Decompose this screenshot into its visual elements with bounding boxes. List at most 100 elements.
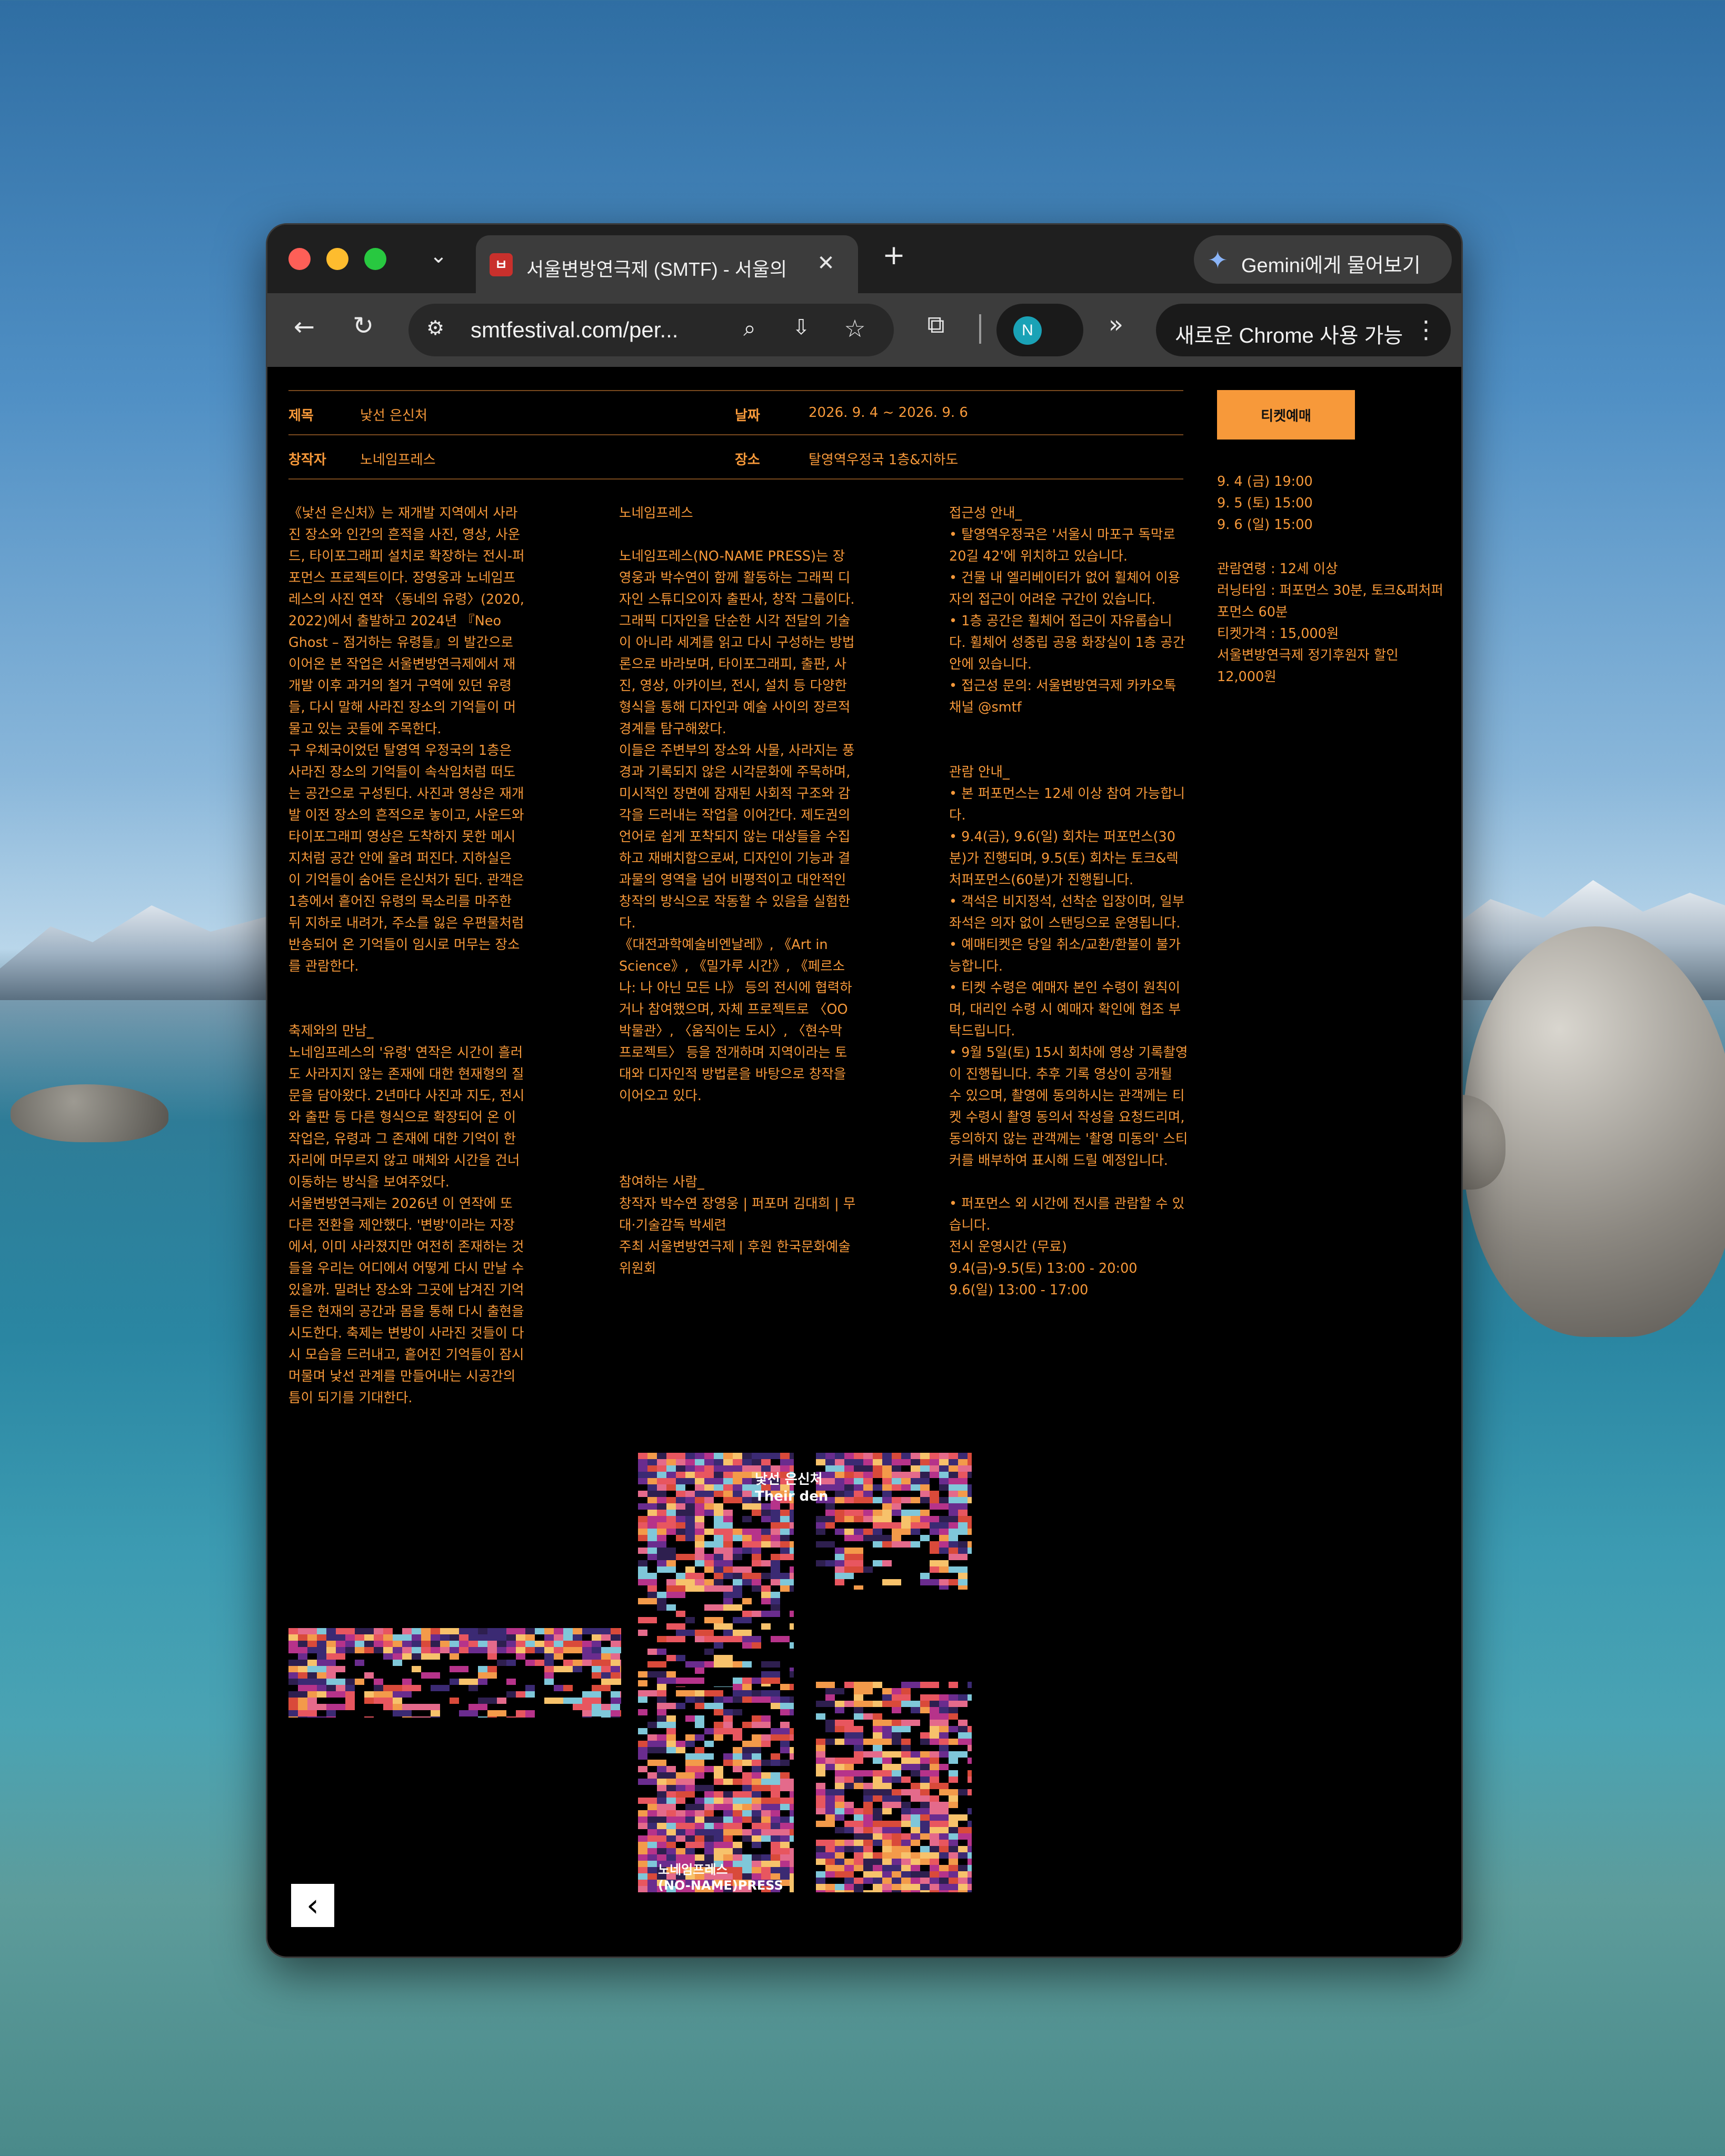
glitch-pixel <box>714 1579 723 1585</box>
glitch-pixel <box>374 1691 393 1698</box>
toolbar: ← ↻ ⚙ smtfestival.com/per... ⌕ ⇩ ☆ ⧉ N »… <box>267 293 1461 368</box>
more-tools-chevron-icon[interactable]: » <box>1100 310 1132 338</box>
glitch-pixel <box>854 1808 863 1814</box>
glitch-pixel <box>863 1472 873 1478</box>
glitch-pixel <box>761 1690 780 1696</box>
glitch-pixel <box>657 1649 666 1655</box>
reload-icon[interactable]: ↻ <box>347 311 379 341</box>
glitch-pixel <box>647 1722 657 1728</box>
chrome-update-button[interactable]: 새로운 Chrome 사용 가능 ⋮ <box>1156 304 1451 356</box>
glitch-pixel <box>525 1710 535 1716</box>
glitch-pixel <box>930 1840 939 1846</box>
glitch-pixel <box>317 1679 326 1685</box>
glitch-pixel <box>752 1779 761 1785</box>
glitch-pixel <box>704 1842 714 1848</box>
glitch-pixel <box>771 1734 790 1741</box>
close-window-button[interactable] <box>288 248 311 270</box>
gemini-button[interactable]: ✦ Gemini에게 물어보기 <box>1194 235 1452 284</box>
site-info-icon[interactable]: ⚙ <box>421 316 450 340</box>
glitch-pixel <box>854 1827 863 1833</box>
glitch-pixel <box>816 1541 835 1548</box>
glitch-pixel <box>854 1890 863 1892</box>
glitch-pixel <box>835 1554 844 1560</box>
glitch-pixel <box>666 1747 676 1753</box>
glitch-pixel <box>911 1682 920 1688</box>
glitch-pixel <box>657 1785 666 1791</box>
glitch-pixel <box>487 1641 497 1647</box>
new-tab-plus-icon[interactable]: + <box>878 239 910 271</box>
glitch-pixel <box>638 1779 657 1785</box>
glitch-pixel <box>336 1647 345 1653</box>
ticket-booking-button[interactable]: 티켓예매 <box>1217 390 1355 440</box>
glitch-pixel <box>695 1734 704 1741</box>
glitch-pixel <box>958 1833 968 1840</box>
glitch-pixel <box>854 1814 863 1821</box>
glitch-pixel <box>920 1497 930 1503</box>
glitch-pixel <box>638 1873 647 1880</box>
glitch-pixel <box>816 1770 825 1776</box>
glitch-pixel <box>911 1529 920 1535</box>
glitch-pixel <box>685 1516 695 1522</box>
glitch-pixel <box>752 1823 761 1829</box>
glitch-pixel <box>863 1491 873 1497</box>
extensions-puzzle-icon[interactable]: ⧉ <box>920 310 952 340</box>
glitch-pixel <box>666 1766 676 1772</box>
glitch-pixel <box>949 1789 958 1795</box>
glitch-pixel <box>835 1453 844 1459</box>
glitch-pixel <box>920 1478 930 1484</box>
glitch-pixel <box>949 1739 958 1745</box>
glitch-pixel <box>647 1541 666 1548</box>
glitch-pixel <box>901 1459 911 1465</box>
poster-title-en: Their den <box>755 1489 829 1504</box>
glitch-pixel <box>854 1529 863 1535</box>
glitch-pixel <box>958 1789 968 1795</box>
glitch-pixel <box>431 1628 440 1634</box>
glitch-pixel <box>704 1585 723 1592</box>
glitch-pixel <box>882 1871 892 1878</box>
back-arrow-icon[interactable]: ← <box>288 312 320 342</box>
tab-active[interactable]: ㅂ 서울변방연극제 (SMTF) - 서울의 ✕ <box>476 235 858 293</box>
glitch-pixel <box>882 1751 901 1758</box>
zoom-icon[interactable]: ⌕ <box>735 315 764 342</box>
glitch-pixel <box>563 1641 573 1647</box>
glitch-pixel <box>647 1861 657 1867</box>
glitch-pixel <box>771 1522 790 1529</box>
zoom-window-button[interactable] <box>364 248 386 270</box>
glitch-pixel <box>790 1522 794 1529</box>
glitch-pixel <box>825 1694 835 1701</box>
glitch-pixel <box>695 1630 714 1636</box>
tab-close-icon[interactable]: ✕ <box>813 251 839 275</box>
glitch-pixel <box>317 1641 326 1647</box>
tab-search-chevron-icon[interactable]: ⌄ <box>425 244 452 268</box>
profile-pill[interactable]: N <box>996 304 1083 356</box>
glitch-pixel <box>911 1833 920 1840</box>
url-text[interactable]: smtfestival.com/per... <box>471 317 723 343</box>
kebab-menu-icon[interactable]: ⋮ <box>1414 315 1438 344</box>
glitch-pixel <box>968 1541 972 1548</box>
glitch-pixel <box>431 1641 440 1647</box>
install-app-icon[interactable]: ⇩ <box>786 315 816 340</box>
glitch-pixel <box>844 1802 854 1808</box>
glitch-pixel <box>657 1684 666 1690</box>
glitch-pixel <box>714 1798 723 1804</box>
glitch-pixel <box>592 1634 601 1641</box>
glitch-pixel <box>968 1548 972 1554</box>
glitch-pixel <box>873 1732 882 1739</box>
glitch-pixel <box>863 1789 873 1795</box>
glitch-pixel <box>345 1704 355 1710</box>
address-bar[interactable]: ⚙ smtfestival.com/per... ⌕ ⇩ ☆ <box>408 304 894 356</box>
glitch-pixel <box>383 1704 393 1710</box>
glitch-pixel <box>676 1497 685 1503</box>
glitch-pixel <box>930 1491 939 1497</box>
glitch-pixel <box>882 1701 901 1707</box>
back-button[interactable]: ‹ <box>291 1884 334 1927</box>
glitch-pixel <box>930 1814 949 1821</box>
glitch-pixel <box>695 1472 704 1478</box>
glitch-pixel <box>742 1516 752 1522</box>
bookmark-star-icon[interactable]: ☆ <box>840 314 870 343</box>
glitch-pixel <box>920 1846 930 1852</box>
glitch-pixel <box>844 1535 863 1541</box>
glitch-pixel <box>968 1491 972 1497</box>
minimize-window-button[interactable] <box>326 248 348 270</box>
glitch-pixel <box>780 1823 794 1829</box>
